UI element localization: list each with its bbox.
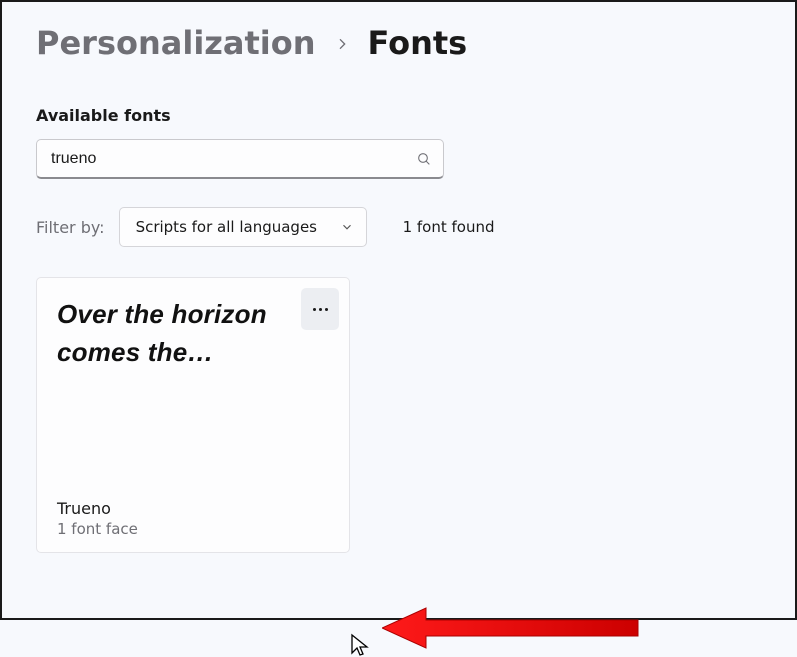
breadcrumb-parent[interactable]: Personalization bbox=[36, 24, 316, 62]
font-name: Trueno bbox=[57, 499, 329, 518]
search-icon bbox=[416, 151, 432, 167]
filter-selected-value: Scripts for all languages bbox=[136, 218, 317, 236]
more-horizontal-icon bbox=[313, 308, 328, 311]
section-heading: Available fonts bbox=[36, 106, 761, 125]
filter-select[interactable]: Scripts for all languages bbox=[119, 207, 367, 247]
font-faces-count: 1 font face bbox=[57, 520, 329, 538]
chevron-down-icon bbox=[340, 220, 354, 234]
annotation-arrow-icon bbox=[382, 603, 642, 653]
font-preview-text: Over the horizon comes the… bbox=[57, 296, 329, 371]
filter-row: Filter by: Scripts for all languages 1 f… bbox=[36, 207, 761, 247]
breadcrumb: Personalization Fonts bbox=[36, 24, 761, 62]
font-card[interactable]: Over the horizon comes the… Trueno 1 fon… bbox=[36, 277, 350, 553]
results-count: 1 font found bbox=[403, 218, 495, 236]
more-options-button[interactable] bbox=[301, 288, 339, 330]
search-input[interactable] bbox=[36, 139, 444, 179]
breadcrumb-current: Fonts bbox=[368, 24, 468, 62]
chevron-right-icon bbox=[334, 33, 350, 58]
search-field-wrap bbox=[36, 139, 444, 179]
cursor-icon bbox=[350, 633, 370, 657]
filter-label: Filter by: bbox=[36, 218, 105, 237]
